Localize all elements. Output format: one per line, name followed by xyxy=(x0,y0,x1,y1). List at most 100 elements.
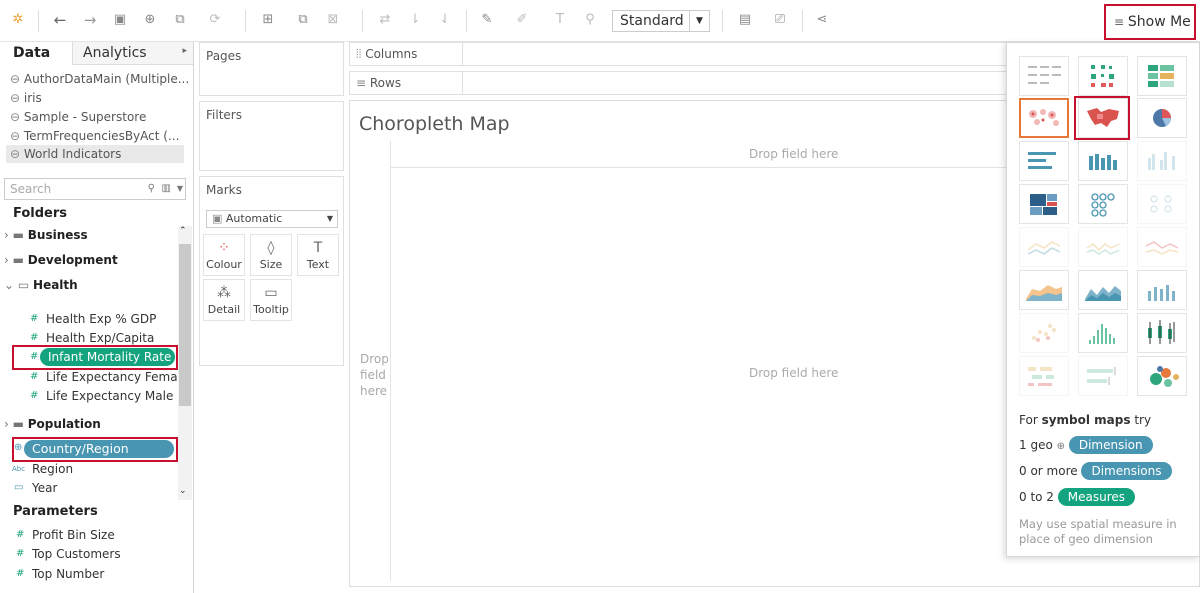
chart-horizontal-bars-icon[interactable] xyxy=(1019,141,1069,181)
row-axis-divider xyxy=(390,141,391,581)
mark-type-select[interactable]: ▣ Automatic ▼ xyxy=(206,210,338,228)
chart-area-discrete-icon[interactable] xyxy=(1078,270,1128,310)
redo-icon[interactable]: → xyxy=(80,10,100,30)
swap-rows-columns-icon[interactable]: ⇄ xyxy=(375,10,395,30)
new-worksheet-icon[interactable]: ⊞ xyxy=(258,10,278,30)
data-source-item[interactable]: ⊖ iris xyxy=(10,89,42,107)
highlight-filled-map xyxy=(1074,96,1130,140)
chevron-down-icon[interactable]: ▼ xyxy=(177,179,183,199)
field-region[interactable]: Region xyxy=(32,460,73,478)
chart-box-whisker-icon[interactable] xyxy=(1137,313,1187,353)
fit-view-select[interactable]: Standard ▼ xyxy=(612,10,710,32)
field-year[interactable]: Year xyxy=(32,479,57,497)
presentation-mode-icon[interactable]: ⎚ xyxy=(770,10,790,30)
drop-zone-center[interactable]: Drop field here xyxy=(749,366,838,380)
clear-sheet-icon[interactable]: ⊠ xyxy=(323,10,343,30)
chart-symbol-map-icon[interactable] xyxy=(1019,98,1069,138)
chart-treemap-icon[interactable] xyxy=(1019,184,1069,224)
data-pane: Data Analytics ▸ ⊖ AuthorDataMain (Multi… xyxy=(0,42,194,593)
tab-data[interactable]: Data xyxy=(0,42,72,65)
measure-icon: # xyxy=(30,313,39,324)
share-icon[interactable]: ⋖ xyxy=(812,10,832,30)
chart-area-continuous-icon[interactable] xyxy=(1019,270,1069,310)
tableau-logo-icon[interactable]: ✲ xyxy=(8,10,28,30)
data-source-item[interactable]: ⊖ AuthorDataMain (Multiple... xyxy=(10,70,189,88)
refresh-icon[interactable]: ⟳ xyxy=(205,10,225,30)
highlight-infant-mortality xyxy=(12,345,178,370)
tooltip-button[interactable]: ▭ Tooltip xyxy=(250,279,292,321)
show-mark-labels-icon[interactable]: T xyxy=(550,10,570,30)
field-life-expectancy-female[interactable]: Life Expectancy Female xyxy=(46,368,188,386)
chart-highlight-table-icon[interactable] xyxy=(1137,56,1187,96)
detail-button[interactable]: ⁂ Detail xyxy=(203,279,245,321)
chart-text-table-icon[interactable] xyxy=(1019,56,1069,96)
mark-type-value: Automatic xyxy=(225,212,283,225)
new-data-source-icon[interactable]: ⊕ xyxy=(140,10,160,30)
tooltip-icon: ▭ xyxy=(264,285,278,301)
chart-bullet-graph-icon[interactable] xyxy=(1078,356,1128,396)
sort-ascending-icon[interactable]: ⇂ xyxy=(405,10,425,30)
fit-view-value: Standard xyxy=(620,13,684,29)
highlight-icon[interactable]: ✎ xyxy=(477,10,497,30)
chart-pie-icon[interactable] xyxy=(1137,98,1187,138)
toolbar-divider xyxy=(245,10,246,32)
chart-heat-map-icon[interactable] xyxy=(1078,56,1128,96)
chart-packed-bubbles-icon[interactable] xyxy=(1137,356,1187,396)
undo-icon[interactable]: ← xyxy=(50,10,70,30)
search-input[interactable]: Search ⚲ ▥ ▼ xyxy=(4,178,186,200)
scroll-down-icon[interactable]: ⌄ xyxy=(179,486,187,496)
shelf-divider xyxy=(462,72,463,94)
show-me-button[interactable]: ≡ Show Me xyxy=(1104,4,1196,40)
pages-title: Pages xyxy=(206,49,242,63)
data-source-item[interactable]: ⊖ TermFrequenciesByAct (... xyxy=(10,127,179,145)
chevron-down-icon[interactable]: ▸ xyxy=(182,46,187,56)
parameter-profit-bin-size[interactable]: Profit Bin Size xyxy=(32,526,115,544)
chart-side-by-side-circles-icon[interactable] xyxy=(1137,184,1187,224)
folder-development[interactable]: › ▬ Development xyxy=(4,251,118,269)
chart-gantt-icon[interactable] xyxy=(1019,356,1069,396)
scroll-up-icon[interactable]: ⌃ xyxy=(179,226,187,236)
field-health-exp-gdp[interactable]: Health Exp % GDP xyxy=(46,310,156,328)
size-button[interactable]: ◊ Size xyxy=(250,234,292,276)
toolbar-divider xyxy=(362,10,363,32)
chart-discrete-lines-icon[interactable] xyxy=(1078,227,1128,267)
chart-continuous-lines-icon[interactable] xyxy=(1019,227,1069,267)
parameter-top-number[interactable]: Top Number xyxy=(32,565,104,583)
chevron-down-icon[interactable]: ▼ xyxy=(327,211,333,227)
field-life-expectancy-male[interactable]: Life Expectancy Male xyxy=(46,387,173,405)
folder-population[interactable]: › ▬ Population xyxy=(4,415,101,433)
show-cards-icon[interactable]: ▤ xyxy=(735,10,755,30)
chart-side-by-side-bars-icon[interactable] xyxy=(1137,141,1187,181)
highlight-country-region xyxy=(12,437,178,462)
dimensions-pill: Dimensions xyxy=(1081,462,1172,480)
chevron-down-icon[interactable]: ▼ xyxy=(689,11,709,31)
rows-label: ≡ Rows xyxy=(356,76,402,90)
drop-zone-columns[interactable]: Drop field here xyxy=(749,147,838,161)
group-members-icon[interactable]: ✐ xyxy=(512,10,532,30)
chart-dual-combination-icon[interactable] xyxy=(1137,270,1187,310)
fix-axes-icon[interactable]: ⚲ xyxy=(580,10,600,30)
folder-health[interactable]: ⌄ ▭ Health xyxy=(4,276,78,294)
filters-card[interactable]: Filters xyxy=(199,101,344,171)
chart-stacked-bars-icon[interactable] xyxy=(1078,141,1128,181)
sort-descending-icon[interactable]: ⇃ xyxy=(435,10,455,30)
view-options-icon[interactable]: ▥ xyxy=(162,179,171,199)
data-source-item[interactable]: ⊖ Sample - Superstore xyxy=(10,108,146,126)
parameter-top-customers[interactable]: Top Customers xyxy=(32,545,121,563)
duplicate-sheet-icon[interactable]: ⧉ xyxy=(293,10,313,30)
chart-scatter-plot-icon[interactable] xyxy=(1019,313,1069,353)
tab-analytics[interactable]: Analytics xyxy=(83,45,147,61)
drop-zone-rows[interactable]: Drop field here xyxy=(360,351,389,399)
save-icon[interactable]: ▣ xyxy=(110,10,130,30)
chart-dual-lines-icon[interactable] xyxy=(1137,227,1187,267)
toolbar-divider xyxy=(722,10,723,32)
scrollbar-thumb[interactable] xyxy=(179,244,191,406)
colour-button[interactable]: ⁘ Colour xyxy=(203,234,245,276)
folder-business[interactable]: › ▬ Business xyxy=(4,226,88,244)
chart-histogram-icon[interactable] xyxy=(1078,313,1128,353)
data-source-item-selected[interactable]: ⊖ World Indicators xyxy=(6,145,184,163)
text-button[interactable]: T Text xyxy=(297,234,339,276)
chart-circle-views-icon[interactable] xyxy=(1078,184,1128,224)
pause-updates-icon[interactable]: ⧉ xyxy=(170,10,190,30)
pages-card[interactable]: Pages xyxy=(199,42,344,96)
